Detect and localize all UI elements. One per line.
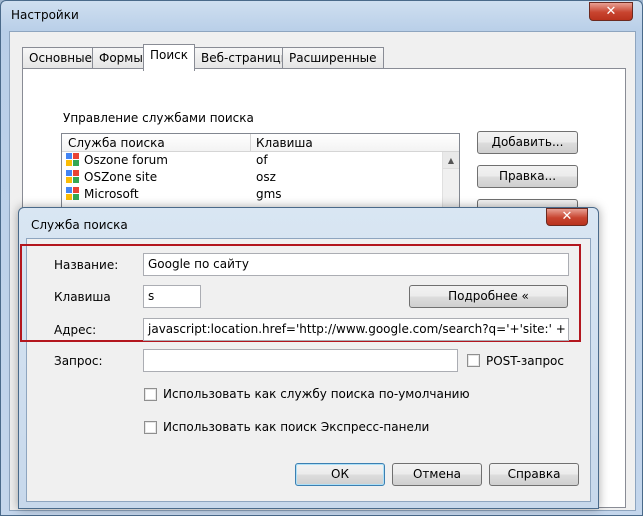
post-label: POST-запрос — [486, 354, 564, 368]
list-header: Служба поиска Клавиша — [62, 134, 459, 152]
query-label: Запрос: — [54, 354, 103, 368]
list-item[interactable]: Oszone forum of — [62, 152, 459, 169]
express-panel-checkbox[interactable] — [144, 421, 157, 434]
edit-button[interactable]: Правка... — [477, 165, 578, 188]
window-title: Настройки — [11, 8, 79, 22]
default-search-checkbox[interactable] — [144, 388, 157, 401]
service-name: Oszone forum — [84, 153, 168, 167]
google-icon — [66, 187, 80, 201]
service-key: osz — [256, 170, 276, 184]
close-icon: ✕ — [605, 4, 617, 19]
tab-forms[interactable]: Формы — [92, 47, 150, 70]
service-name: Microsoft — [84, 187, 139, 201]
tab-general[interactable]: Основные — [22, 47, 100, 70]
key-field[interactable]: s — [143, 285, 201, 308]
tab-search[interactable]: Поиск — [143, 44, 196, 71]
dialog-title: Служба поиска — [31, 218, 128, 232]
service-key: of — [256, 153, 268, 167]
service-name: OSZone site — [84, 170, 158, 184]
default-search-label: Использовать как службу поиска по-умолча… — [163, 387, 470, 401]
address-field[interactable]: javascript:location.href='http://www.goo… — [143, 318, 569, 341]
tab-advanced[interactable]: Расширенные — [282, 47, 384, 70]
service-key: gms — [256, 187, 282, 201]
ok-button[interactable]: ОК — [295, 463, 385, 486]
details-button[interactable]: Подробнее « — [409, 285, 568, 308]
section-label: Управление службами поиска — [63, 111, 254, 125]
key-label: Клавиша — [54, 290, 111, 304]
scroll-up-arrow-icon[interactable]: ▲ — [443, 152, 459, 169]
post-checkbox[interactable] — [467, 354, 480, 367]
name-label: Название: — [54, 258, 119, 272]
dialog-close-button[interactable]: ✕ — [546, 208, 588, 226]
name-field[interactable]: Google по сайту — [143, 253, 569, 276]
column-separator — [250, 134, 251, 152]
google-icon — [66, 170, 80, 184]
query-field[interactable] — [143, 349, 458, 372]
column-header-key[interactable]: Клавиша — [256, 136, 313, 150]
help-button[interactable]: Справка — [489, 463, 579, 486]
list-item[interactable]: Microsoft gms — [62, 186, 459, 203]
address-label: Адрес: — [54, 323, 97, 337]
add-button[interactable]: Добавить... — [477, 131, 578, 154]
column-header-service[interactable]: Служба поиска — [68, 136, 165, 150]
express-panel-label: Использовать как поиск Экспресс-панели — [163, 420, 430, 434]
list-item[interactable]: OSZone site osz — [62, 169, 459, 186]
google-icon — [66, 153, 80, 167]
window-close-button[interactable]: ✕ — [589, 2, 633, 21]
cancel-button[interactable]: Отмена — [392, 463, 482, 486]
close-icon: ✕ — [561, 209, 573, 224]
